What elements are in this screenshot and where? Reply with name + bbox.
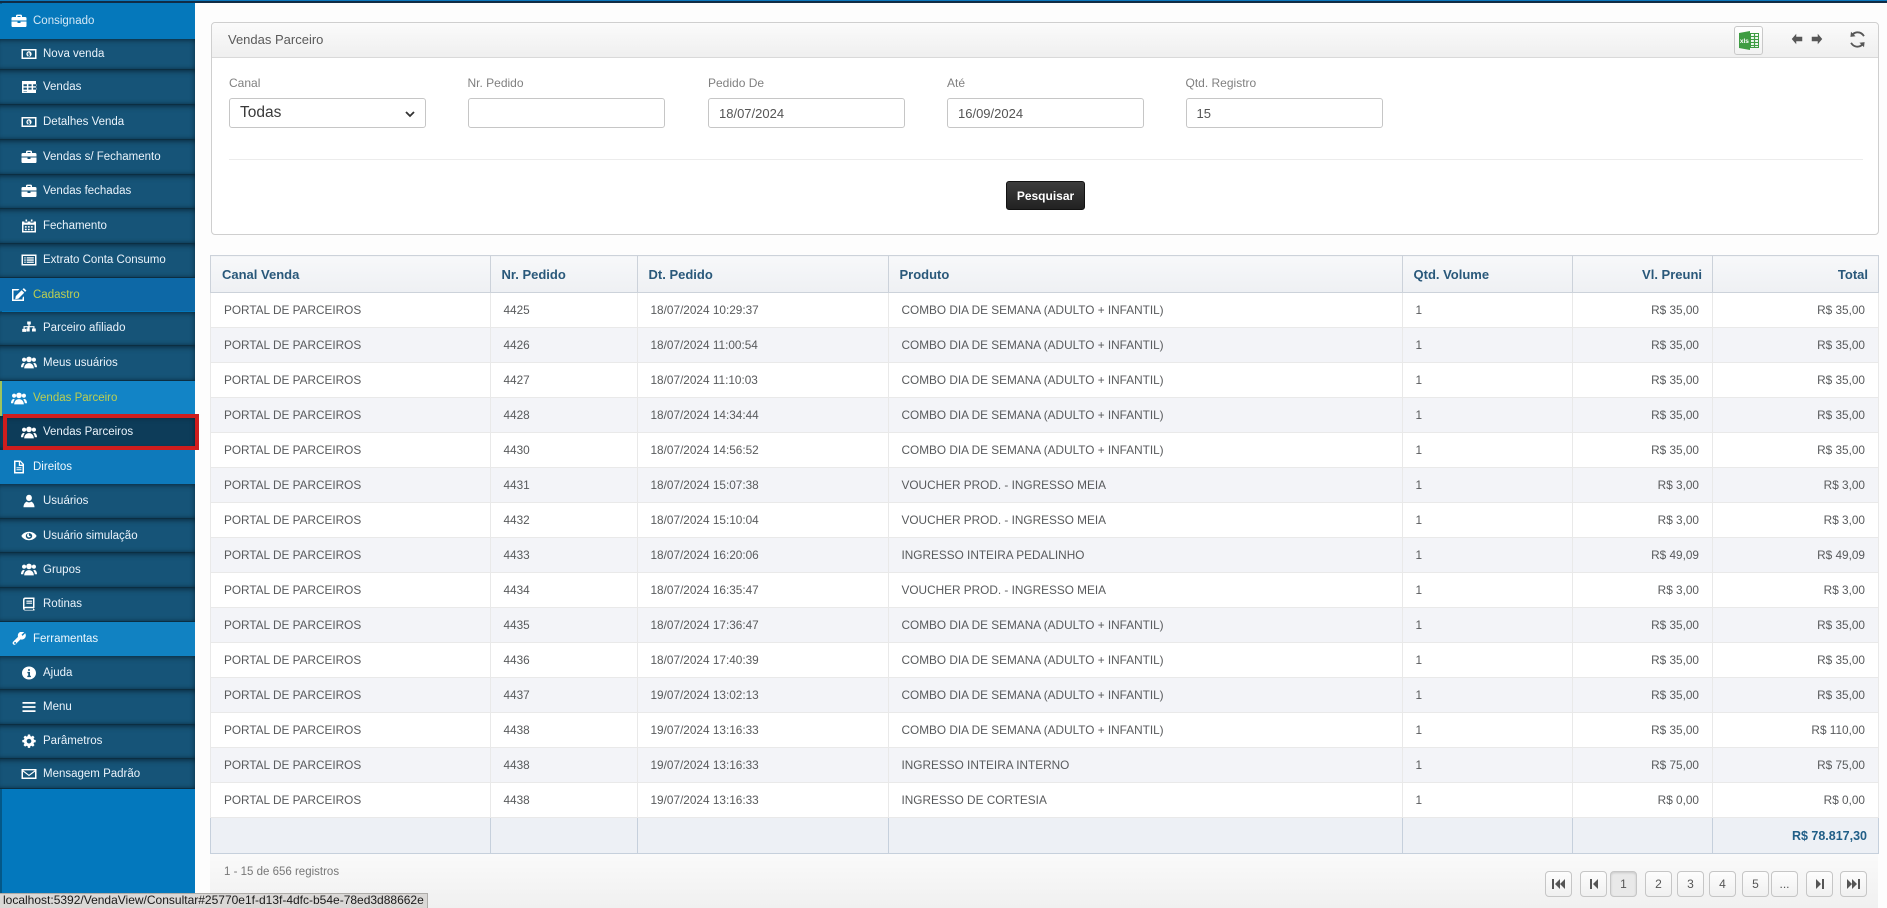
svg-text:xls: xls xyxy=(1739,38,1748,45)
